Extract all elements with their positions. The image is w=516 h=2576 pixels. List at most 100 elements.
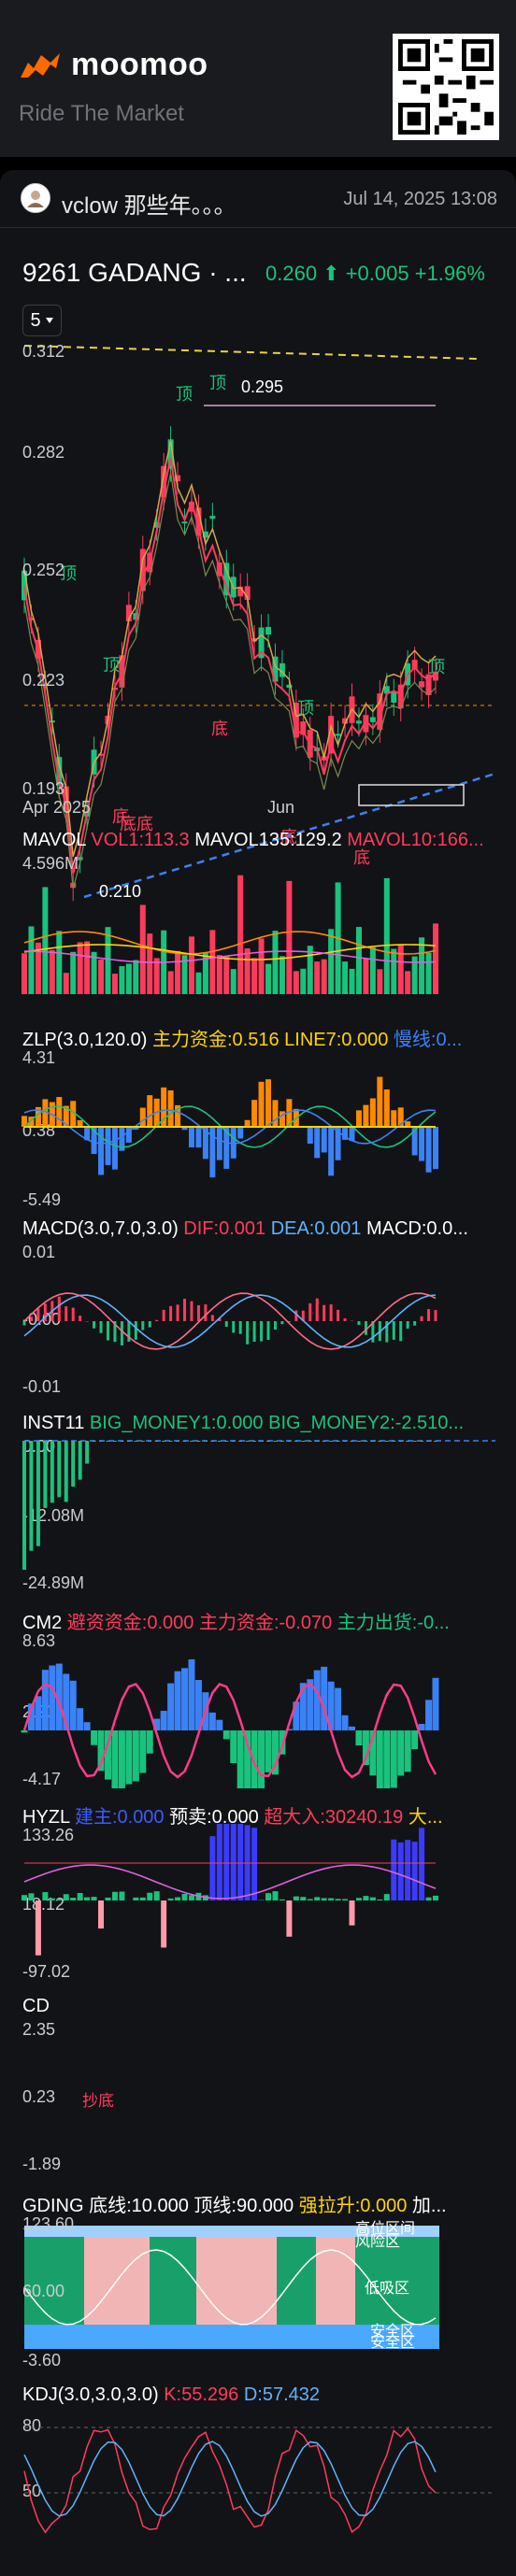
indicator-bar: [230, 969, 236, 994]
candle-body: [369, 717, 376, 722]
username[interactable]: vclow 那些年。。。: [62, 187, 236, 220]
indicator-bar: [224, 1321, 228, 1327]
indicator-bar: [125, 963, 132, 994]
candle-body: [355, 720, 362, 724]
kdj-chart[interactable]: [0, 2409, 516, 2549]
stock-quote[interactable]: 9261 GADANG · ... 0.260 ⬆ +0.005 +1.96%: [0, 247, 516, 293]
indicator-bar: [237, 1127, 244, 1139]
indicator-bar: [433, 1895, 438, 1900]
indicator-bar: [120, 1441, 124, 1442]
indicator-bar: [139, 1730, 147, 1773]
indicator-bar: [77, 1708, 84, 1730]
inst11-chart[interactable]: [0, 1435, 516, 1594]
resistance-trendline: [23, 345, 478, 360]
indicator-bar: [162, 1309, 165, 1321]
indicator-bar: [279, 956, 285, 994]
indicator-bar: [384, 1441, 389, 1442]
indicator-bar: [293, 1896, 299, 1900]
indicator-bar: [420, 1316, 423, 1321]
inst11-legend: INST11 BIG_MONEY1:0.000 BIG_MONEY2:-2.51…: [22, 1413, 465, 1433]
indicator-bar: [111, 1891, 118, 1900]
indicator-bar: [230, 1824, 236, 1900]
post-timestamp: Jul 14, 2025 13:08: [343, 189, 497, 209]
indicator-bar: [377, 969, 383, 994]
price-axis-tick: 0.252: [22, 561, 65, 579]
indicator-line: [23, 1864, 437, 1900]
indicator-bar: [41, 1670, 49, 1730]
indicator-bar: [126, 1441, 131, 1442]
indicator-bar: [182, 1441, 187, 1442]
indicator-bar: [341, 1715, 349, 1730]
indicator-bar: [343, 1317, 347, 1321]
indicator-bar: [29, 1316, 33, 1321]
indicator-bar: [433, 1127, 438, 1170]
price-annotation: 顶: [297, 699, 314, 718]
gding-zone-label: 风险区: [355, 2233, 400, 2250]
mavol-chart[interactable]: [0, 852, 516, 1002]
moomoo-logo: moomoo: [19, 47, 208, 83]
indicator-bar: [176, 1441, 180, 1442]
indicator-bar: [216, 955, 222, 994]
price-axis-tick: 0.223: [22, 671, 65, 690]
indicator-bar: [181, 1893, 188, 1900]
indicator-bar: [244, 948, 251, 994]
indicator-bar: [105, 1897, 111, 1900]
indicator-bar: [140, 1441, 145, 1442]
indicator-bar: [210, 1315, 214, 1321]
indicator-bar: [112, 1441, 117, 1442]
indicator-bar: [286, 1900, 293, 1937]
indicator-bar: [398, 1441, 403, 1442]
post-card: vclow 那些年。。。 Jul 14, 2025 13:08 9261 GAD…: [0, 170, 516, 2576]
indicator-bar: [160, 1711, 167, 1730]
indicator-bar: [246, 1321, 250, 1345]
indicator-bar: [105, 1127, 111, 1165]
indicator-bar: [106, 1441, 110, 1442]
indicator-bar: [391, 1839, 397, 1900]
indicator-bar: [259, 1441, 264, 1442]
indicator-bar: [69, 1680, 77, 1730]
indicator-bar: [230, 1730, 237, 1763]
indicator-bar: [231, 1441, 236, 1442]
moomoo-bull-icon: [21, 52, 60, 78]
zlp-chart[interactable]: [0, 1046, 516, 1205]
indicator-bar: [314, 961, 321, 994]
indicator-bar: [314, 1127, 321, 1159]
indicator-bar: [356, 1441, 361, 1442]
indicator-bar: [411, 1730, 419, 1750]
hyzl-chart[interactable]: [0, 1824, 516, 1983]
chart-period-selector[interactable]: 5: [22, 305, 62, 336]
indicator-bar: [307, 1127, 313, 1144]
indicator-bar: [118, 1730, 125, 1788]
cm2-chart[interactable]: [0, 1630, 516, 1788]
indicator-bar: [175, 1897, 181, 1900]
indicator-bar: [399, 1321, 403, 1342]
indicator-bar: [280, 1321, 284, 1325]
indicator-bar: [273, 1441, 278, 1442]
indicator-bar: [183, 1298, 187, 1321]
indicator-bar: [98, 1127, 105, 1175]
indicator-bar: [161, 1900, 167, 1948]
indicator-bar: [370, 1441, 375, 1442]
indicator-bar: [406, 1321, 409, 1329]
indicator-bar: [244, 1119, 251, 1127]
indicator-bar: [349, 1726, 356, 1730]
indicator-bar: [328, 1898, 335, 1900]
indicator-bar: [195, 972, 202, 994]
indicator-bar: [329, 1441, 334, 1442]
indicator-bar: [78, 1441, 82, 1480]
indicator-bar: [77, 1119, 83, 1127]
avatar[interactable]: [21, 183, 50, 213]
indicator-bar: [383, 1089, 390, 1127]
indicator-bar: [300, 1897, 307, 1900]
indicator-bar: [148, 1321, 151, 1328]
indicator-bar: [84, 941, 91, 994]
macd-chart[interactable]: [0, 1241, 516, 1400]
indicator-bar: [99, 1441, 104, 1442]
indicator-bar: [167, 1683, 175, 1730]
gding-chart[interactable]: 高位区间风险区低吸区安全区安全区: [0, 2213, 516, 2371]
qr-code: [393, 34, 499, 140]
indicator-bar: [42, 1892, 49, 1900]
indicator-bar: [111, 1730, 119, 1788]
indicator-bar: [147, 933, 153, 994]
indicator-bar: [342, 961, 349, 994]
